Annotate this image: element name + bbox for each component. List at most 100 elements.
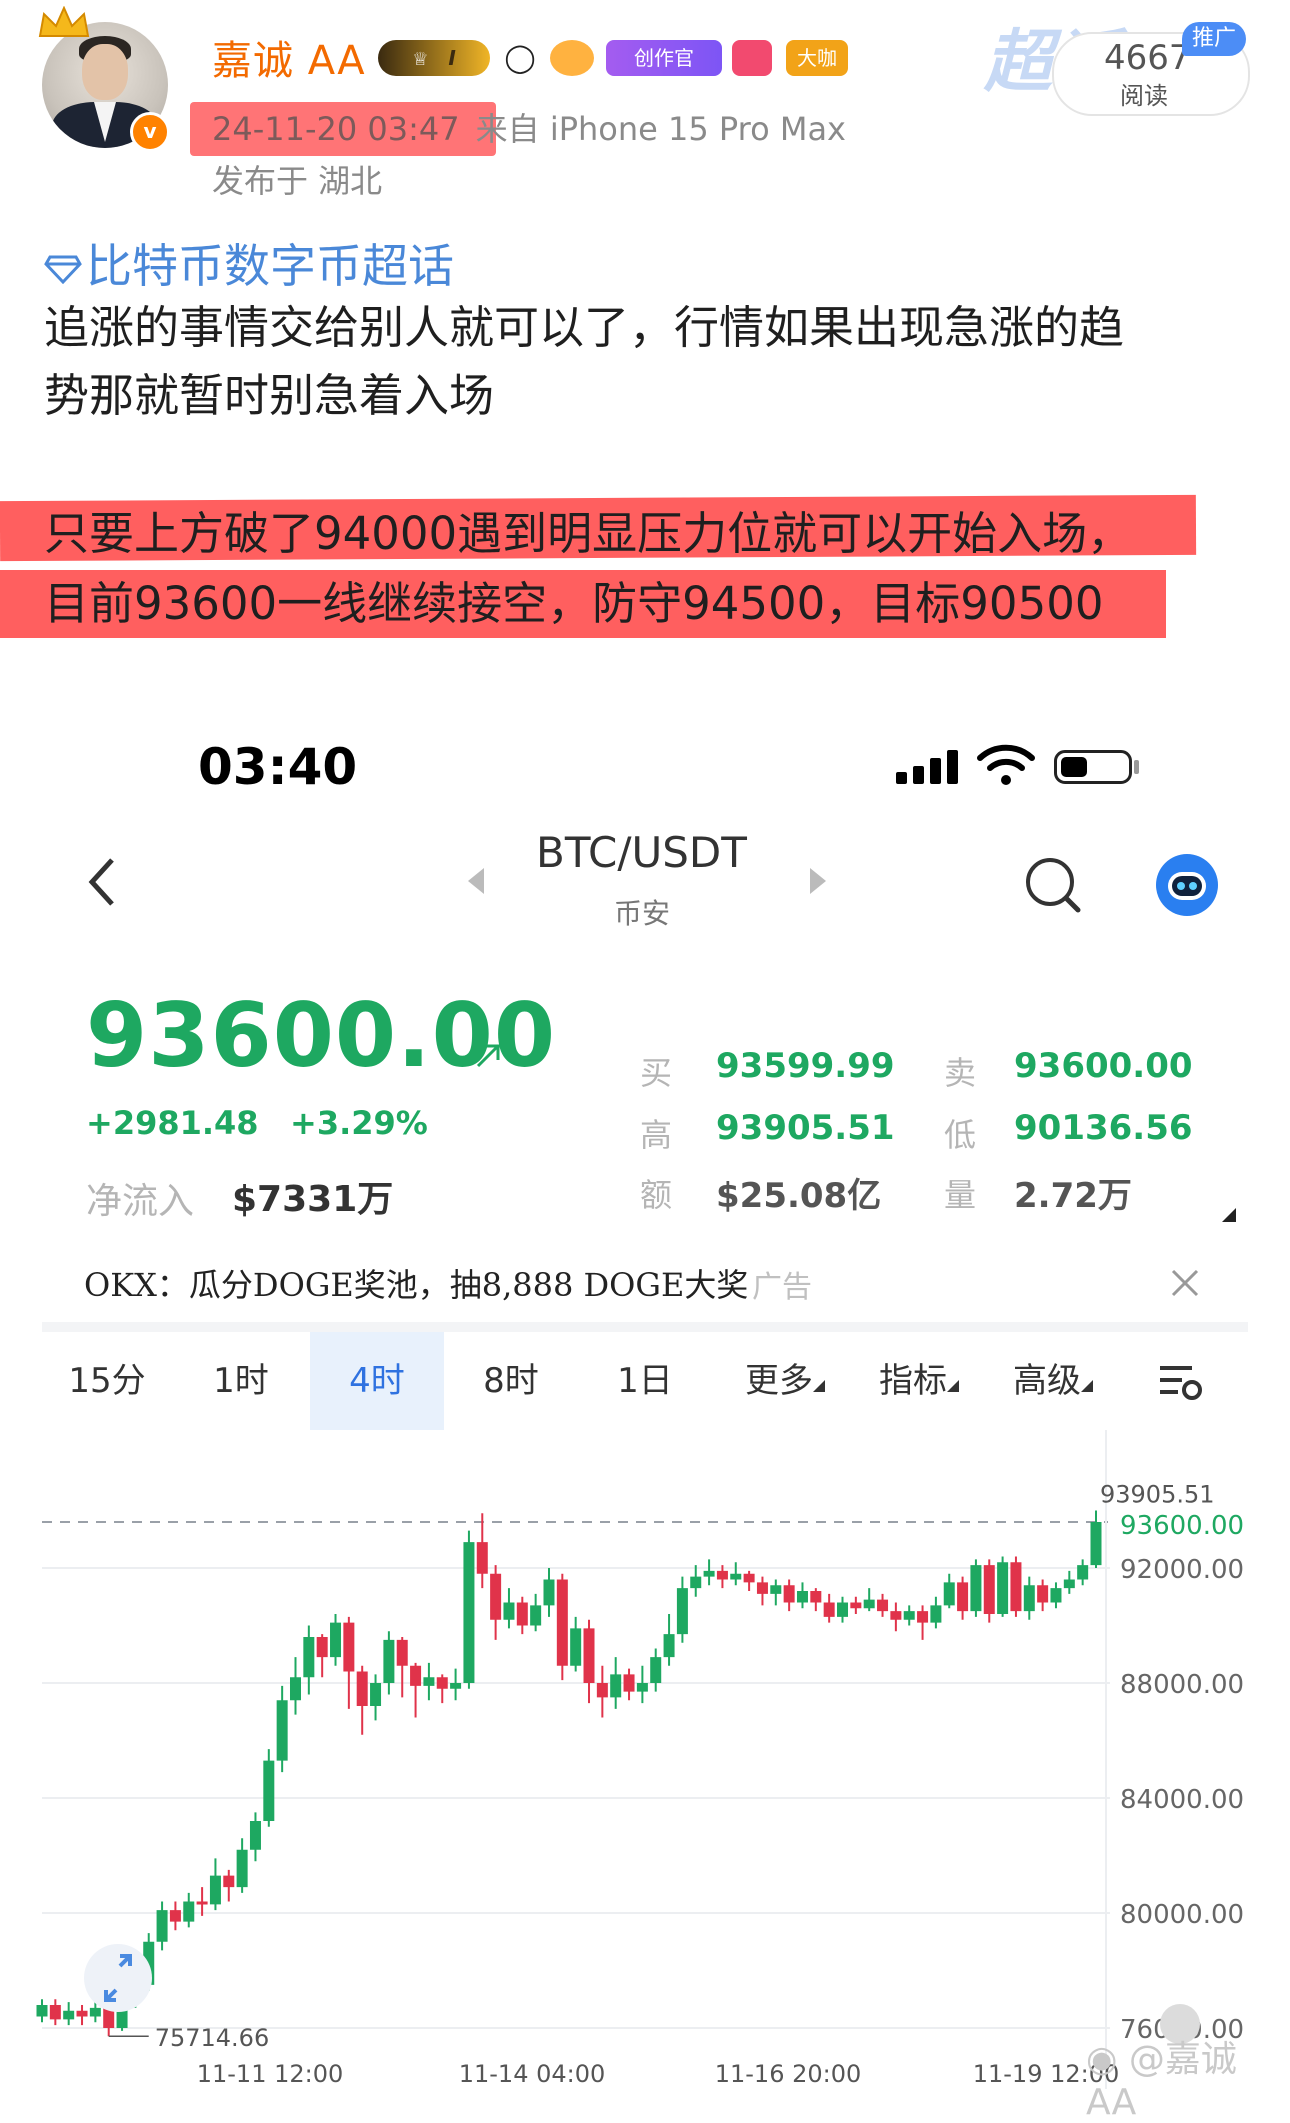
panda-icon: ◯ (498, 40, 542, 76)
candle-body (796, 1591, 808, 1603)
last-price: 93600.00 (86, 984, 557, 1087)
back-icon[interactable] (86, 856, 116, 908)
candle-body (997, 1562, 1009, 1614)
expand-icon (104, 1954, 132, 2002)
topic-label: 比特币数字币超话 (86, 239, 454, 293)
candle-body (223, 1875, 235, 1888)
candle-body (276, 1700, 288, 1761)
candle-body (556, 1579, 568, 1666)
candle-body (663, 1634, 675, 1658)
tab-1h[interactable]: 1时 (176, 1332, 306, 1430)
prev-pair-icon[interactable] (466, 866, 486, 896)
candle-body (516, 1602, 528, 1626)
candlestick-chart[interactable]: 93600.00 92000.00 88000.00 84000.00 80000.00… (0, 1430, 1290, 2089)
topic-link[interactable]: 比特币数字币超话 (44, 230, 454, 296)
high-value: 93905.51 (716, 1108, 895, 1148)
candle-body (303, 1637, 315, 1678)
creator-badge: 创作官 (606, 40, 722, 76)
candle-body (596, 1683, 608, 1698)
candle-body (850, 1602, 862, 1609)
change-abs: +2981.48 (86, 1104, 259, 1142)
post-source: 来自 iPhone 15 Pro Max (475, 110, 846, 148)
candle-body (343, 1622, 355, 1672)
candle-body (196, 1901, 208, 1905)
candle-body (650, 1657, 662, 1683)
candle-body (209, 1875, 221, 1905)
username[interactable]: 嘉诚 AA (212, 28, 366, 86)
candle-body (756, 1582, 768, 1594)
signal-icon (896, 748, 958, 784)
tab-8h[interactable]: 8时 (444, 1332, 578, 1430)
low-label: 低 (944, 1116, 977, 1154)
post-line-2: 势那就暂时别急着入场 (44, 369, 495, 422)
next-pair-icon[interactable] (808, 866, 828, 896)
candle-body (970, 1565, 982, 1612)
candle-body (676, 1588, 688, 1635)
tab-advanced[interactable]: 高级 (986, 1332, 1120, 1430)
candle-body (396, 1639, 408, 1666)
candle-body (383, 1639, 395, 1683)
candle-body (49, 2005, 61, 2020)
status-time: 03:40 (198, 738, 358, 796)
timestamp: 24-11-20 03:47 (212, 110, 460, 148)
candle-body (183, 1901, 195, 1922)
candle-body (730, 1573, 742, 1580)
candle-body (770, 1585, 782, 1594)
amount-value: $25.08亿 (716, 1176, 882, 1216)
post-line-4: 目前93600一线继续接空，防守94500，目标90500 (44, 577, 1104, 630)
candle-body (289, 1677, 301, 1701)
low-value: 90136.56 (1014, 1108, 1193, 1148)
candle-body (169, 1910, 181, 1922)
candle-body (63, 2010, 75, 2020)
sell-label: 卖 (944, 1054, 977, 1092)
daka-badge: 大咖 (786, 40, 848, 76)
tab-indicators[interactable]: 指标 (852, 1332, 986, 1430)
candle-body (530, 1605, 542, 1626)
buy-value: 93599.99 (716, 1046, 895, 1086)
amount-label: 额 (640, 1176, 673, 1214)
candle-body (36, 2005, 48, 2017)
zoom-button[interactable] (84, 1944, 152, 2012)
candle-body (716, 1570, 728, 1580)
tab-4h[interactable]: 4时 (310, 1332, 444, 1430)
price-axis-label: 80000.00 (1120, 1900, 1244, 1930)
promo-badge[interactable]: 推广 (1182, 22, 1246, 56)
uptrend-arrow-icon (476, 1044, 500, 1068)
candle-body (249, 1821, 261, 1850)
candle-body (543, 1579, 555, 1606)
assistant-bot-icon[interactable] (1154, 852, 1220, 918)
candle-body (610, 1674, 622, 1698)
low-marker-label: 75714.66 (155, 2024, 270, 2052)
candle-body (1077, 1565, 1089, 1580)
time-axis-label: 11-11 12:00 (197, 2060, 344, 2088)
sell-value: 93600.00 (1014, 1046, 1193, 1086)
candle-body (436, 1677, 448, 1689)
time-axis-label: 11-16 20:00 (715, 2060, 862, 2088)
post-line-3: 只要上方破了94000遇到明显压力位就可以开始入场， (44, 507, 1133, 560)
candle-body (263, 1760, 275, 1821)
battery-cap (1134, 760, 1139, 774)
tab-more[interactable]: 更多 (718, 1332, 852, 1430)
candle-body (837, 1602, 849, 1617)
candle-body (570, 1628, 582, 1666)
search-icon[interactable] (1022, 854, 1082, 914)
candle-body (810, 1591, 822, 1603)
candle-body (930, 1605, 942, 1623)
tab-15m[interactable]: 15分 (42, 1332, 172, 1430)
candle-body (450, 1683, 462, 1689)
candle-body (890, 1611, 902, 1620)
candle-body (903, 1611, 915, 1620)
change-pct: +3.29% (290, 1104, 428, 1142)
ad-banner-text[interactable]: OKX：瓜分DOGE奖池，抽8,888 DOGE大奖 (84, 1260, 748, 1306)
expand-corner-icon[interactable] (1222, 1208, 1236, 1222)
candle-body (1090, 1522, 1102, 1566)
price-axis-label: 92000.00 (1120, 1555, 1244, 1585)
candle-body (476, 1542, 488, 1574)
candle-body (1023, 1585, 1035, 1612)
candle-body (370, 1683, 382, 1706)
wifi-icon (977, 744, 1035, 785)
close-icon[interactable] (1170, 1268, 1200, 1298)
tab-1d[interactable]: 1日 (578, 1332, 712, 1430)
candle-body (156, 1910, 168, 1942)
chart-settings-icon[interactable] (1158, 1362, 1202, 1402)
